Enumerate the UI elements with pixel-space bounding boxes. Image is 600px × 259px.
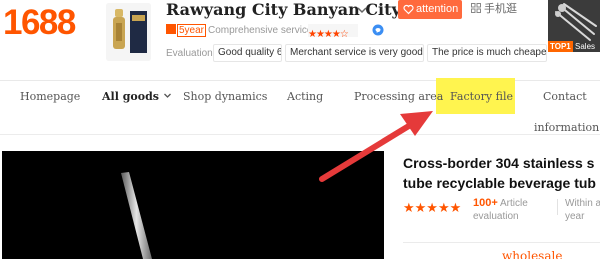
nav-all-goods[interactable]: All goods: [102, 90, 172, 104]
nav-homepage[interactable]: Homepage: [20, 90, 80, 104]
qr-grid-icon: [471, 3, 481, 13]
shipping-info: Within a year: [565, 197, 600, 223]
top-sales-promo[interactable]: TOP1 Sales: [548, 0, 600, 52]
product-rating-stars: ★★★★★: [403, 200, 462, 215]
top1-badge: TOP1: [548, 41, 573, 52]
evaluation-tag[interactable]: The price is much cheaper 2: [427, 44, 547, 62]
nav-acting[interactable]: Acting: [287, 90, 323, 104]
attention-label: attention: [416, 3, 459, 15]
mobile-shopping-link[interactable]: 手机逛: [471, 1, 517, 18]
year-text: 5year: [177, 24, 207, 37]
nav-contact-information[interactable]: information: [534, 121, 599, 134]
site-logo[interactable]: 1688: [3, 3, 76, 43]
mobile-label: 手机逛: [484, 3, 517, 15]
chevron-down-icon: [164, 93, 171, 98]
nav-all-goods-label: All goods: [102, 90, 159, 103]
shop-thumbnail[interactable]: [106, 3, 151, 61]
service-stars: ★★★★☆: [308, 29, 349, 40]
shop-bag-icon: [166, 24, 176, 34]
shipping-line: year: [565, 211, 585, 222]
evaluation-text: evaluation: [473, 211, 519, 222]
nav-shop-dynamics[interactable]: Shop dynamics: [183, 90, 267, 104]
shipping-line: Within a: [565, 198, 600, 209]
straw-image: [2, 151, 384, 259]
sales-label: Sales: [575, 42, 596, 51]
year-badge: 5year: [166, 24, 207, 37]
product-main-image[interactable]: [2, 151, 384, 259]
attention-button[interactable]: attention: [398, 0, 462, 19]
product-title: Cross-border 304 stainless s tube recycl…: [403, 153, 600, 193]
info-divider: [557, 199, 558, 215]
evaluation-label: Evaluation: [166, 48, 213, 59]
product-box-image: [106, 3, 151, 61]
nav-divider: [0, 134, 600, 135]
nav-contact[interactable]: Contact: [543, 90, 587, 104]
chevron-down-icon[interactable]: [355, 3, 369, 17]
heart-icon: [403, 4, 414, 15]
product-title-line: tube recyclable beverage tub: [403, 175, 596, 191]
service-rating: ★★★★☆: [308, 24, 358, 40]
evaluation-tag[interactable]: Good quality 6: [213, 44, 282, 62]
info-divider: [403, 242, 600, 243]
product-title-line: Cross-border 304 stainless s: [403, 155, 595, 171]
service-label: Comprehensive service: [208, 25, 313, 36]
chat-icon[interactable]: [372, 24, 384, 36]
evaluation-number: 100+: [473, 197, 498, 209]
evaluation-unit: Article: [500, 198, 528, 209]
evaluation-count[interactable]: 100+ Article evaluation: [473, 197, 528, 223]
wholesale-tab[interactable]: wholesale: [502, 249, 562, 259]
nav-processing-area[interactable]: Processing area: [354, 90, 443, 104]
evaluation-tag[interactable]: Merchant service is very good 4: [285, 44, 424, 62]
nav-factory-file[interactable]: Factory file: [450, 90, 513, 104]
